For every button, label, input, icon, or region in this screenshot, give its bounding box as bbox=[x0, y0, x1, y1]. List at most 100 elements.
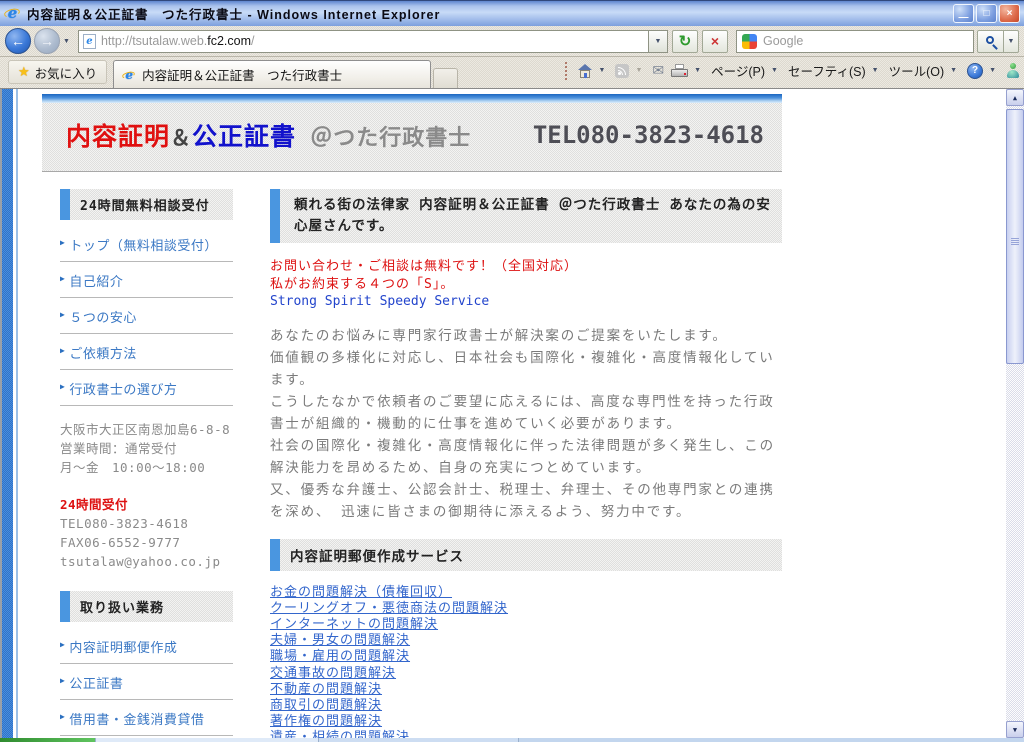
favorites-button[interactable]: ★ お気に入り bbox=[8, 60, 107, 84]
command-bar-separator bbox=[565, 62, 567, 80]
sidebar-section-header-2: 取り扱い業務 bbox=[60, 591, 233, 622]
office-address: 大阪市大正区南恩加島6-8-8 bbox=[60, 420, 233, 439]
sidebar-link[interactable]: ▶ 公正証書 bbox=[60, 664, 233, 700]
contact-fax: FAX06-6552-9777 bbox=[60, 533, 233, 552]
read-mail-button[interactable]: ✉ bbox=[652, 62, 664, 79]
forward-button[interactable]: → bbox=[34, 28, 60, 54]
paragraph: 社会の国際化・複雑化・高度情報化に伴った法律問題が多く発生し、この解決能力を昂め… bbox=[270, 435, 782, 479]
sidebar-link[interactable]: ▶ トップ（無料相談受付） bbox=[60, 226, 233, 262]
service-link[interactable]: インターネットの問題解決 bbox=[270, 617, 782, 633]
search-options-caret[interactable]: ▼ bbox=[1004, 30, 1019, 53]
service-link[interactable]: 不動産の問題解決 bbox=[270, 682, 782, 698]
title-bar: e 内容証明＆公正証書 つた行政書士 - Windows Internet Ex… bbox=[0, 0, 1024, 26]
scroll-down-icon: ▼ bbox=[1013, 726, 1017, 734]
page-favicon-icon: e bbox=[83, 34, 96, 49]
safety-menu-button[interactable]: セーフティ(S) ▼ bbox=[788, 61, 882, 80]
taskbar-edge bbox=[0, 738, 1024, 742]
url-prefix: http://tsutalaw.web. bbox=[101, 34, 207, 48]
sidebar-nav-1: ▶ トップ（無料相談受付） ▶ 自己紹介 ▶ ５つの安心 bbox=[60, 226, 233, 406]
service-link[interactable]: お金の問題解決（債権回収） bbox=[270, 585, 782, 601]
back-button[interactable]: ← bbox=[5, 28, 31, 54]
sidebar-link[interactable]: ▶ ご依頼方法 bbox=[60, 334, 233, 370]
thumb-grip-icon bbox=[1011, 238, 1019, 245]
printer-icon bbox=[671, 64, 688, 77]
start-button-edge[interactable] bbox=[0, 738, 95, 742]
link-arrow-icon: ▶ bbox=[60, 346, 65, 355]
sidebar-link[interactable]: ▶ 行政書士の選び方 bbox=[60, 370, 233, 406]
scroll-up-button[interactable]: ▲ bbox=[1006, 89, 1024, 106]
home-button[interactable]: ▼ bbox=[577, 64, 609, 78]
new-tab-button[interactable] bbox=[433, 68, 458, 88]
taskbar-item-edge[interactable] bbox=[318, 738, 518, 742]
window-title: 内容証明＆公正証書 つた行政書士 - Windows Internet Expl… bbox=[27, 4, 953, 23]
address-bar[interactable]: e http://tsutalaw.web.fc2.com/ bbox=[78, 30, 649, 53]
scroll-up-icon: ▲ bbox=[1013, 94, 1017, 102]
services-section-header: 内容証明郵便作成サービス bbox=[270, 539, 782, 571]
intro-header: 頼れる街の法律家 内容証明＆公正証書 ＠つた行政書士 あなたの為の安心屋さんです… bbox=[270, 189, 782, 243]
service-link[interactable]: 著作権の問題解決 bbox=[270, 714, 782, 730]
link-arrow-icon: ▶ bbox=[60, 676, 65, 685]
contact-24h-label: 24時間受付 bbox=[60, 495, 233, 514]
stop-icon: × bbox=[711, 33, 719, 49]
search-box[interactable] bbox=[736, 30, 974, 53]
link-arrow-icon: ▶ bbox=[60, 274, 65, 283]
address-toolbar: ← → ▼ e http://tsutalaw.web.fc2.com/ ▼ ↻… bbox=[0, 26, 1024, 57]
intro-paragraphs: あなたのお悩みに専門家行政書士が解決案のご提案をいたします。 価値観の多様化に対… bbox=[270, 325, 782, 523]
service-link[interactable]: 交通事故の問題解決 bbox=[270, 666, 782, 682]
page-viewport: 内容証明＆公正証書 ＠つた行政書士 TEL080-3823-4618 24時間無… bbox=[0, 89, 1024, 738]
site-header: 内容証明＆公正証書 ＠つた行政書士 TEL080-3823-4618 bbox=[42, 94, 782, 172]
address-dropdown-button[interactable]: ▼ bbox=[649, 30, 668, 53]
stop-button[interactable]: × bbox=[702, 30, 728, 53]
link-arrow-icon: ▶ bbox=[60, 310, 65, 319]
tools-menu-button[interactable]: ツール(O) ▼ bbox=[889, 61, 961, 80]
page-menu-button[interactable]: ページ(P) ▼ bbox=[711, 61, 781, 80]
tab-bar: ★ お気に入り e 内容証明＆公正証書 つた行政書士 ▼ ▼ ✉ ▼ bbox=[0, 57, 1024, 89]
section-accent-bar bbox=[60, 591, 70, 622]
help-button[interactable]: ? ▼ bbox=[967, 63, 999, 79]
service-link[interactable]: 商取引の問題解決 bbox=[270, 698, 782, 714]
page-content: 内容証明＆公正証書 ＠つた行政書士 TEL080-3823-4618 24時間無… bbox=[42, 94, 782, 738]
sidebar-link[interactable]: ▶ ５つの安心 bbox=[60, 298, 233, 334]
search-button[interactable] bbox=[977, 30, 1004, 53]
feeds-button[interactable]: ▼ bbox=[615, 64, 645, 78]
sidebar-link[interactable]: ▶ 借用書・金銭消費貸借 bbox=[60, 700, 233, 736]
link-arrow-icon: ▶ bbox=[60, 640, 65, 649]
section-accent-bar bbox=[60, 189, 70, 220]
scrollbar-thumb[interactable] bbox=[1006, 109, 1024, 364]
scroll-down-button[interactable]: ▼ bbox=[1006, 721, 1024, 738]
page-left-line bbox=[16, 89, 18, 738]
sidebar-link[interactable]: ▶ 損害賠償・慰謝料請求 bbox=[60, 736, 233, 738]
office-hours-2: 月～金 10:00～18:00 bbox=[60, 458, 233, 477]
sidebar-link[interactable]: ▶ 自己紹介 bbox=[60, 262, 233, 298]
search-input[interactable] bbox=[763, 34, 968, 48]
close-button[interactable]: × bbox=[999, 4, 1020, 23]
google-logo-icon bbox=[742, 34, 757, 49]
vertical-scrollbar[interactable]: ▲ ▼ bbox=[1006, 89, 1024, 738]
tab-active[interactable]: e 内容証明＆公正証書 つた行政書士 bbox=[113, 60, 431, 88]
sidebar-link[interactable]: ▶ 内容証明郵便作成 bbox=[60, 628, 233, 664]
search-icon bbox=[986, 36, 994, 44]
contact-email: tsutalaw@yahoo.co.jp bbox=[60, 552, 233, 571]
history-caret-icon[interactable]: ▼ bbox=[63, 38, 70, 45]
main-content: 頼れる街の法律家 内容証明＆公正証書 ＠つた行政書士 あなたの為の安心屋さんです… bbox=[270, 189, 782, 738]
minimize-button[interactable]: — bbox=[953, 4, 974, 23]
refresh-button[interactable]: ↻ bbox=[672, 30, 698, 53]
section-accent-bar bbox=[270, 539, 280, 571]
favorites-label: お気に入り bbox=[35, 63, 98, 82]
messenger-button[interactable] bbox=[1006, 63, 1020, 78]
promo-line-2: 私がお約束する４つの「S」。 bbox=[270, 276, 782, 294]
print-button[interactable]: ▼ bbox=[671, 64, 704, 77]
service-link[interactable]: クーリングオフ・悪徳商法の問題解決 bbox=[270, 601, 782, 617]
sidebar-section-header-1: 24時間無料相談受付 bbox=[60, 189, 233, 220]
refresh-icon: ↻ bbox=[679, 32, 692, 50]
sidebar-nav-2: ▶ 内容証明郵便作成 ▶ 公正証書 ▶ 借用書・金銭消費貸借 bbox=[60, 628, 233, 738]
restore-button[interactable]: □ bbox=[976, 4, 997, 23]
paragraph: 又、優秀な弁護士、公認会計士、税理士、弁理士、その他専門家との連携を深め、 迅速… bbox=[270, 479, 782, 523]
contact-info: 大阪市大正区南恩加島6-8-8 営業時間：通常受付 月～金 10:00～18:0… bbox=[60, 420, 233, 571]
taskbar-item-edge[interactable] bbox=[95, 738, 318, 742]
service-link[interactable]: 夫婦・男女の問題解決 bbox=[270, 633, 782, 649]
service-link[interactable]: 職場・雇用の問題解決 bbox=[270, 649, 782, 665]
service-link[interactable]: 遺産・相続の問題解決 bbox=[270, 730, 782, 738]
paragraph: あなたのお悩みに専門家行政書士が解決案のご提案をいたします。 bbox=[270, 325, 782, 347]
home-icon bbox=[577, 64, 593, 78]
